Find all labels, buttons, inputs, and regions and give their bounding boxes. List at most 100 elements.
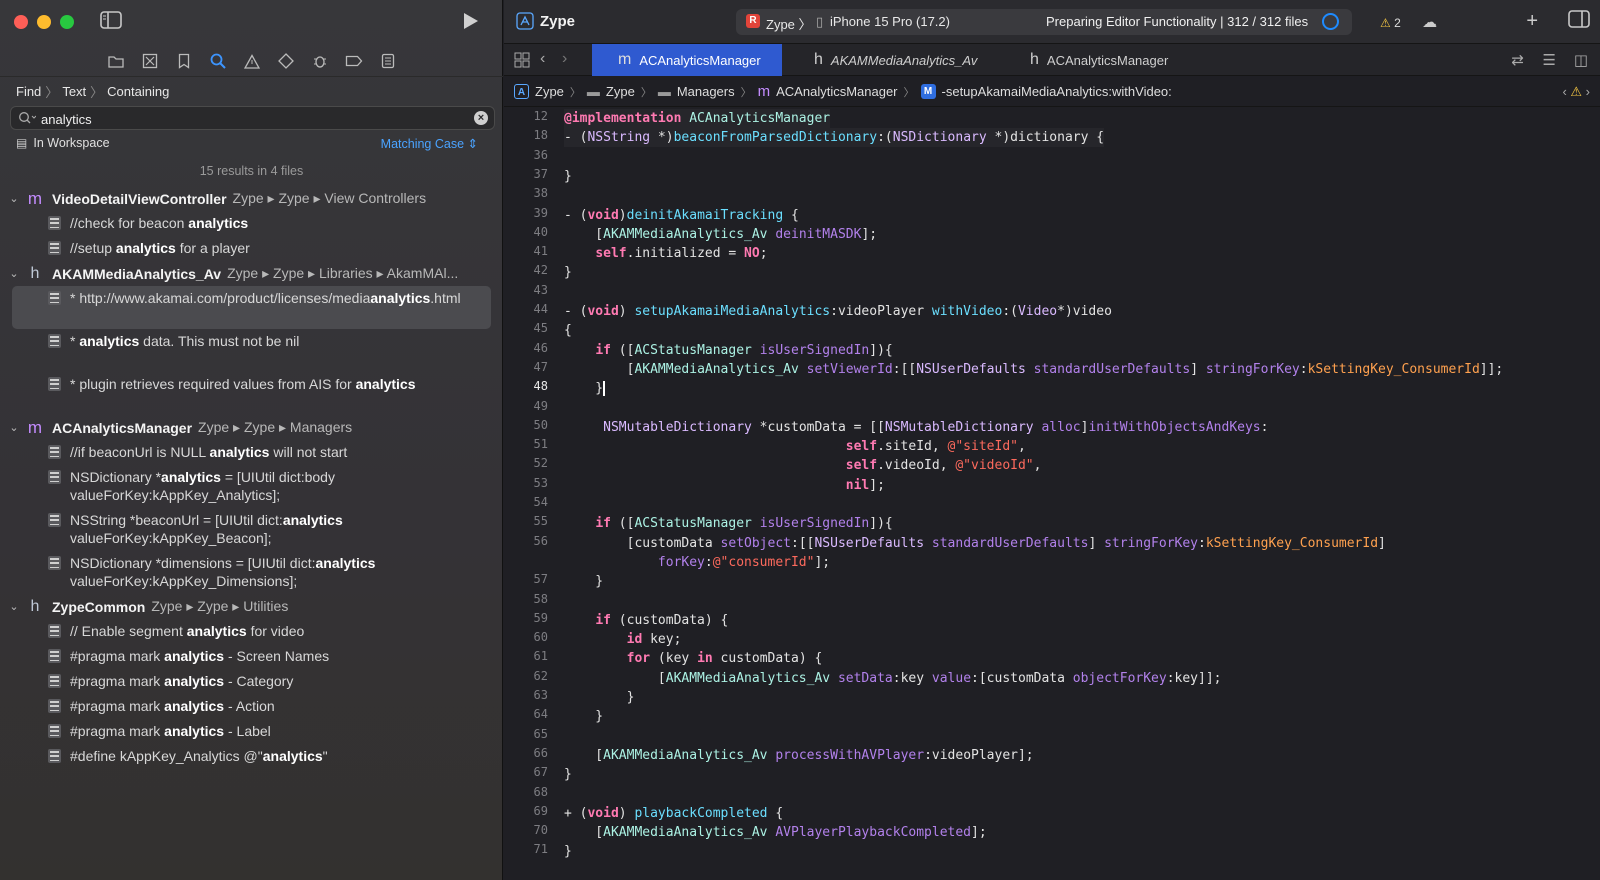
code-line[interactable]: }	[564, 572, 603, 591]
search-field[interactable]: ×	[10, 106, 495, 130]
source-editor[interactable]: 12 18 36 37 38 39 40 41 42 43 44 45 46 47 48 49 50 51 52 53…	[504, 108, 1600, 880]
code-line[interactable]: {	[564, 321, 572, 340]
grid-icon[interactable]	[514, 52, 530, 73]
result-match-row[interactable]: // Enable segment analytics for video	[0, 619, 503, 644]
result-match-row[interactable]: #pragma mark analytics - Category	[0, 669, 503, 694]
tab-akammediaanalytics-h[interactable]: h AKAMMediaAnalytics_Av	[814, 44, 977, 76]
jump-method[interactable]: -setupAkamaiMediaAnalytics:withVideo:	[942, 84, 1172, 99]
warning-icon[interactable]	[240, 51, 264, 71]
result-match-row[interactable]: //setup analytics for a player	[0, 236, 503, 261]
code-line[interactable]: - (void)deinitAkamaiTracking {	[564, 206, 799, 225]
code-line[interactable]: self.videoId, @"videoId",	[564, 456, 1042, 475]
result-match-row[interactable]: #pragma mark analytics - Label	[0, 719, 503, 744]
jump-file[interactable]: ACAnalyticsManager	[776, 84, 897, 99]
result-file-row[interactable]: ⌄ h ZypeCommon Zype ▸ Zype ▸ Utilities	[0, 594, 503, 619]
code-line[interactable]: @implementation ACAnalyticsManager	[564, 109, 831, 128]
code-line[interactable]: if ([ACStatusManager isUserSignedIn]){	[564, 341, 892, 360]
related-items-icon[interactable]: ⇄	[1511, 51, 1524, 69]
code-line[interactable]: if ([ACStatusManager isUserSignedIn]){	[564, 514, 892, 533]
jump-group-zype[interactable]: Zype	[606, 84, 635, 99]
result-file-row[interactable]: ⌄ h AKAMMediaAnalytics_Av Zype ▸ Zype ▸ Lib…	[0, 261, 503, 286]
find-icon[interactable]	[206, 51, 230, 71]
chevron-down-icon[interactable]: ⌄	[0, 421, 24, 434]
chevron-down-icon[interactable]: ⌄	[0, 600, 24, 613]
result-file-row[interactable]: ⌄ m VideoDetailViewController Zype ▸ Zype ▸…	[0, 186, 503, 211]
code-line[interactable]: nil];	[564, 476, 885, 495]
jump-group-managers[interactable]: Managers	[677, 84, 735, 99]
cloud-icon[interactable]: ☁	[1422, 14, 1437, 31]
result-match-row[interactable]: #define kAppKey_Analytics @"analytics"	[0, 744, 503, 769]
result-match-row[interactable]: NSString *beaconUrl = [UIUtil dict:analy…	[0, 508, 503, 551]
code-line[interactable]: [customData setObject:[[NSUserDefaults s…	[564, 534, 1386, 553]
code-line[interactable]: }	[564, 263, 572, 282]
jump-project[interactable]: Zype	[535, 84, 564, 99]
chevron-down-icon[interactable]: ⌄	[0, 192, 24, 205]
report-icon[interactable]	[376, 51, 400, 71]
find-mode[interactable]: Find	[16, 84, 41, 99]
tab-acanalyticsmanager-m[interactable]: m ACAnalyticsManager	[592, 44, 782, 76]
minimize-window-button[interactable]	[37, 15, 51, 29]
code-line[interactable]: [AKAMMediaAnalytics_Av setData:key value…	[564, 669, 1222, 688]
matching-case-select[interactable]: Matching Case ⇕	[381, 136, 478, 151]
code-line[interactable]: id key;	[564, 630, 682, 649]
code-line[interactable]: }	[564, 167, 572, 186]
breakpoint-icon[interactable]	[342, 51, 366, 71]
scheme-selector[interactable]: Zype 〉	[766, 14, 812, 33]
clear-search-icon[interactable]: ×	[474, 111, 488, 125]
result-match-row[interactable]: NSDictionary *analytics = [UIUtil dict:b…	[0, 465, 503, 508]
back-icon[interactable]: ‹	[540, 50, 545, 68]
result-match-row[interactable]: //if beaconUrl is NULL analytics will no…	[0, 440, 503, 465]
warnings-badge[interactable]: ⚠ 2 ☁	[1380, 13, 1437, 31]
code-line[interactable]: forKey:@"consumerId"];	[564, 553, 830, 572]
code-line[interactable]: [AKAMMediaAnalytics_Av deinitMASDK];	[564, 225, 877, 244]
split-editor-icon[interactable]: ◫	[1574, 51, 1588, 69]
find-mode-breadcrumb[interactable]: Find 〉 Text 〉 Containing	[16, 82, 169, 101]
code-line[interactable]: NSMutableDictionary *customData = [[NSMu…	[564, 418, 1268, 437]
result-match-row[interactable]: #pragma mark analytics - Screen Names	[0, 644, 503, 669]
inspector-toggle-icon[interactable]	[1568, 10, 1590, 34]
code-line[interactable]: }	[564, 842, 572, 861]
result-match-row[interactable]: NSDictionary *dimensions = [UIUtil dict:…	[0, 551, 503, 594]
code-line[interactable]: - (NSString *)beaconFromParsedDictionary…	[564, 128, 1105, 148]
code-line[interactable]: - (void) setupAkamaiMediaAnalytics:video…	[564, 302, 1112, 321]
code-line[interactable]: }	[564, 688, 635, 707]
code-line[interactable]: if (customData) {	[564, 611, 728, 630]
add-icon[interactable]: +	[1526, 10, 1538, 34]
code-line[interactable]: [AKAMMediaAnalytics_Av processWithAVPlay…	[564, 746, 1033, 765]
result-match-row[interactable]: * plugin retrieves required values from …	[0, 372, 503, 415]
debug-icon[interactable]	[308, 51, 332, 71]
search-input[interactable]	[41, 110, 461, 128]
result-match-row[interactable]: * analytics data. This must not be nil	[0, 329, 503, 372]
code-line[interactable]: self.initialized = NO;	[564, 244, 767, 263]
zoom-window-button[interactable]	[60, 15, 74, 29]
find-type[interactable]: Text	[62, 84, 86, 99]
result-match-row[interactable]: //check for beacon analytics	[0, 211, 503, 236]
code-line[interactable]: + (void) playbackCompleted {	[564, 804, 783, 823]
editor-options-icon[interactable]: ☰	[1543, 51, 1556, 69]
result-file-row[interactable]: ⌄ m ACAnalyticsManager Zype ▸ Zype ▸ Manage…	[0, 415, 503, 440]
result-match-row[interactable]: * http://www.akamai.com/product/licenses…	[12, 286, 491, 329]
code-line[interactable]: }	[564, 765, 572, 784]
issue-navigation[interactable]: ‹ ⚠ ›	[1562, 84, 1590, 100]
code-line[interactable]: [AKAMMediaAnalytics_Av setViewerId:[[NSU…	[564, 360, 1504, 379]
search-scope[interactable]: ▤ In Workspace	[16, 136, 110, 150]
code-area[interactable]: @implementation ACAnalyticsManager - (NSS…	[564, 108, 1600, 880]
scope-label[interactable]: In Workspace	[33, 136, 109, 150]
device-selector[interactable]: iPhone 15 Pro (17.2)	[830, 14, 950, 29]
code-line[interactable]: [AKAMMediaAnalytics_Av AVPlayerPlaybackC…	[564, 823, 986, 842]
code-line[interactable]: for (key in customData) {	[564, 649, 823, 668]
find-match[interactable]: Containing	[107, 84, 169, 99]
folder-icon[interactable]	[104, 51, 128, 71]
code-line[interactable]: }	[564, 707, 603, 726]
chevron-down-icon[interactable]: ⌄	[0, 267, 24, 280]
result-match-row[interactable]: #pragma mark analytics - Action	[0, 694, 503, 719]
code-line[interactable]: }	[564, 379, 605, 398]
sidebar-toggle-icon[interactable]	[100, 11, 122, 34]
run-icon[interactable]	[462, 11, 480, 36]
bookmark-icon[interactable]	[172, 51, 196, 71]
forward-icon[interactable]: ›	[562, 50, 567, 68]
test-icon[interactable]	[274, 51, 298, 71]
tab-acanalyticsmanager-h[interactable]: h ACAnalyticsManager	[1030, 44, 1168, 76]
source-control-icon[interactable]	[138, 51, 162, 71]
code-line[interactable]: self.siteId, @"siteId",	[564, 437, 1026, 456]
